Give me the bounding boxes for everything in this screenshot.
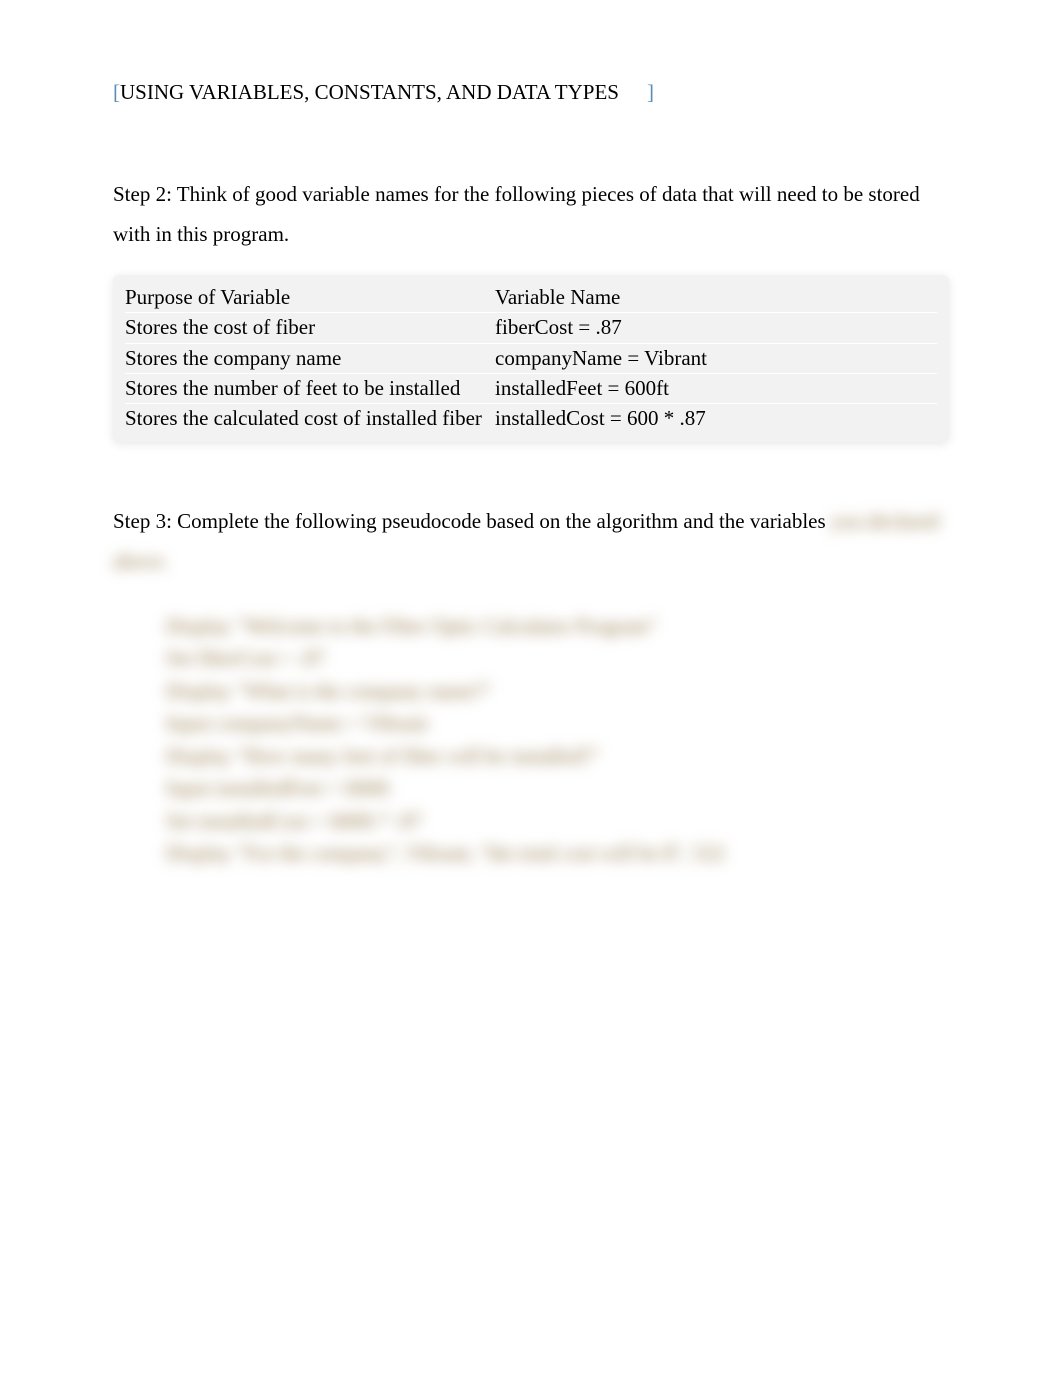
- header-title: USING VARIABLES, CONSTANTS, AND DATA TYP…: [120, 80, 619, 104]
- table-cell-purpose: Stores the cost of fiber: [125, 313, 495, 342]
- table-row: Stores the cost of fiber fiberCost = .87: [125, 313, 937, 343]
- pseudocode-block: Display "Welcome to the Fiber Optic Calc…: [113, 610, 949, 870]
- table-header-row: Purpose of Variable Variable Name: [125, 283, 937, 313]
- table-header-purpose: Purpose of Variable: [125, 283, 495, 312]
- open-bracket: [: [113, 80, 120, 104]
- variable-table: Purpose of Variable Variable Name Stores…: [113, 275, 949, 442]
- table-row: Stores the company name companyName = Vi…: [125, 344, 937, 374]
- table-cell-name: installedFeet = 600ft: [495, 374, 937, 403]
- pseudocode-line: Display "Welcome to the Fiber Optic Calc…: [166, 610, 949, 643]
- step3-visible: Step 3: Complete the following pseudocod…: [113, 509, 826, 533]
- table-cell-purpose: Stores the calculated cost of installed …: [125, 404, 495, 433]
- pseudocode-line: Display "What is the company name?": [166, 675, 949, 708]
- table-row: Stores the number of feet to be installe…: [125, 374, 937, 404]
- step2-text: Step 2: Think of good variable names for…: [113, 175, 949, 255]
- table-cell-name: installedCost = 600 * .87: [495, 404, 937, 433]
- pseudocode-line: Display "For the company", Vibrant, "the…: [166, 837, 949, 870]
- table-row: Stores the calculated cost of installed …: [125, 404, 937, 433]
- table-cell-name: fiberCost = .87: [495, 313, 937, 342]
- pseudocode-line: Input companyName = Vibrant: [166, 707, 949, 740]
- table-cell-name: companyName = Vibrant: [495, 344, 937, 373]
- close-bracket: ]: [647, 80, 654, 104]
- step3-text: Step 3: Complete the following pseudocod…: [113, 502, 949, 582]
- pseudocode-line: Input installedFeet = 600ft: [166, 772, 949, 805]
- pseudocode-line: Set installedCost = 600ft * .87: [166, 805, 949, 838]
- pseudocode-line: Display "How many feet of fiber will be …: [166, 740, 949, 773]
- table-header-name: Variable Name: [495, 283, 937, 312]
- pseudocode-line: Set fiberCost = .87: [166, 642, 949, 675]
- page-header: [USING VARIABLES, CONSTANTS, AND DATA TY…: [113, 80, 949, 105]
- table-cell-purpose: Stores the number of feet to be installe…: [125, 374, 495, 403]
- table-cell-purpose: Stores the company name: [125, 344, 495, 373]
